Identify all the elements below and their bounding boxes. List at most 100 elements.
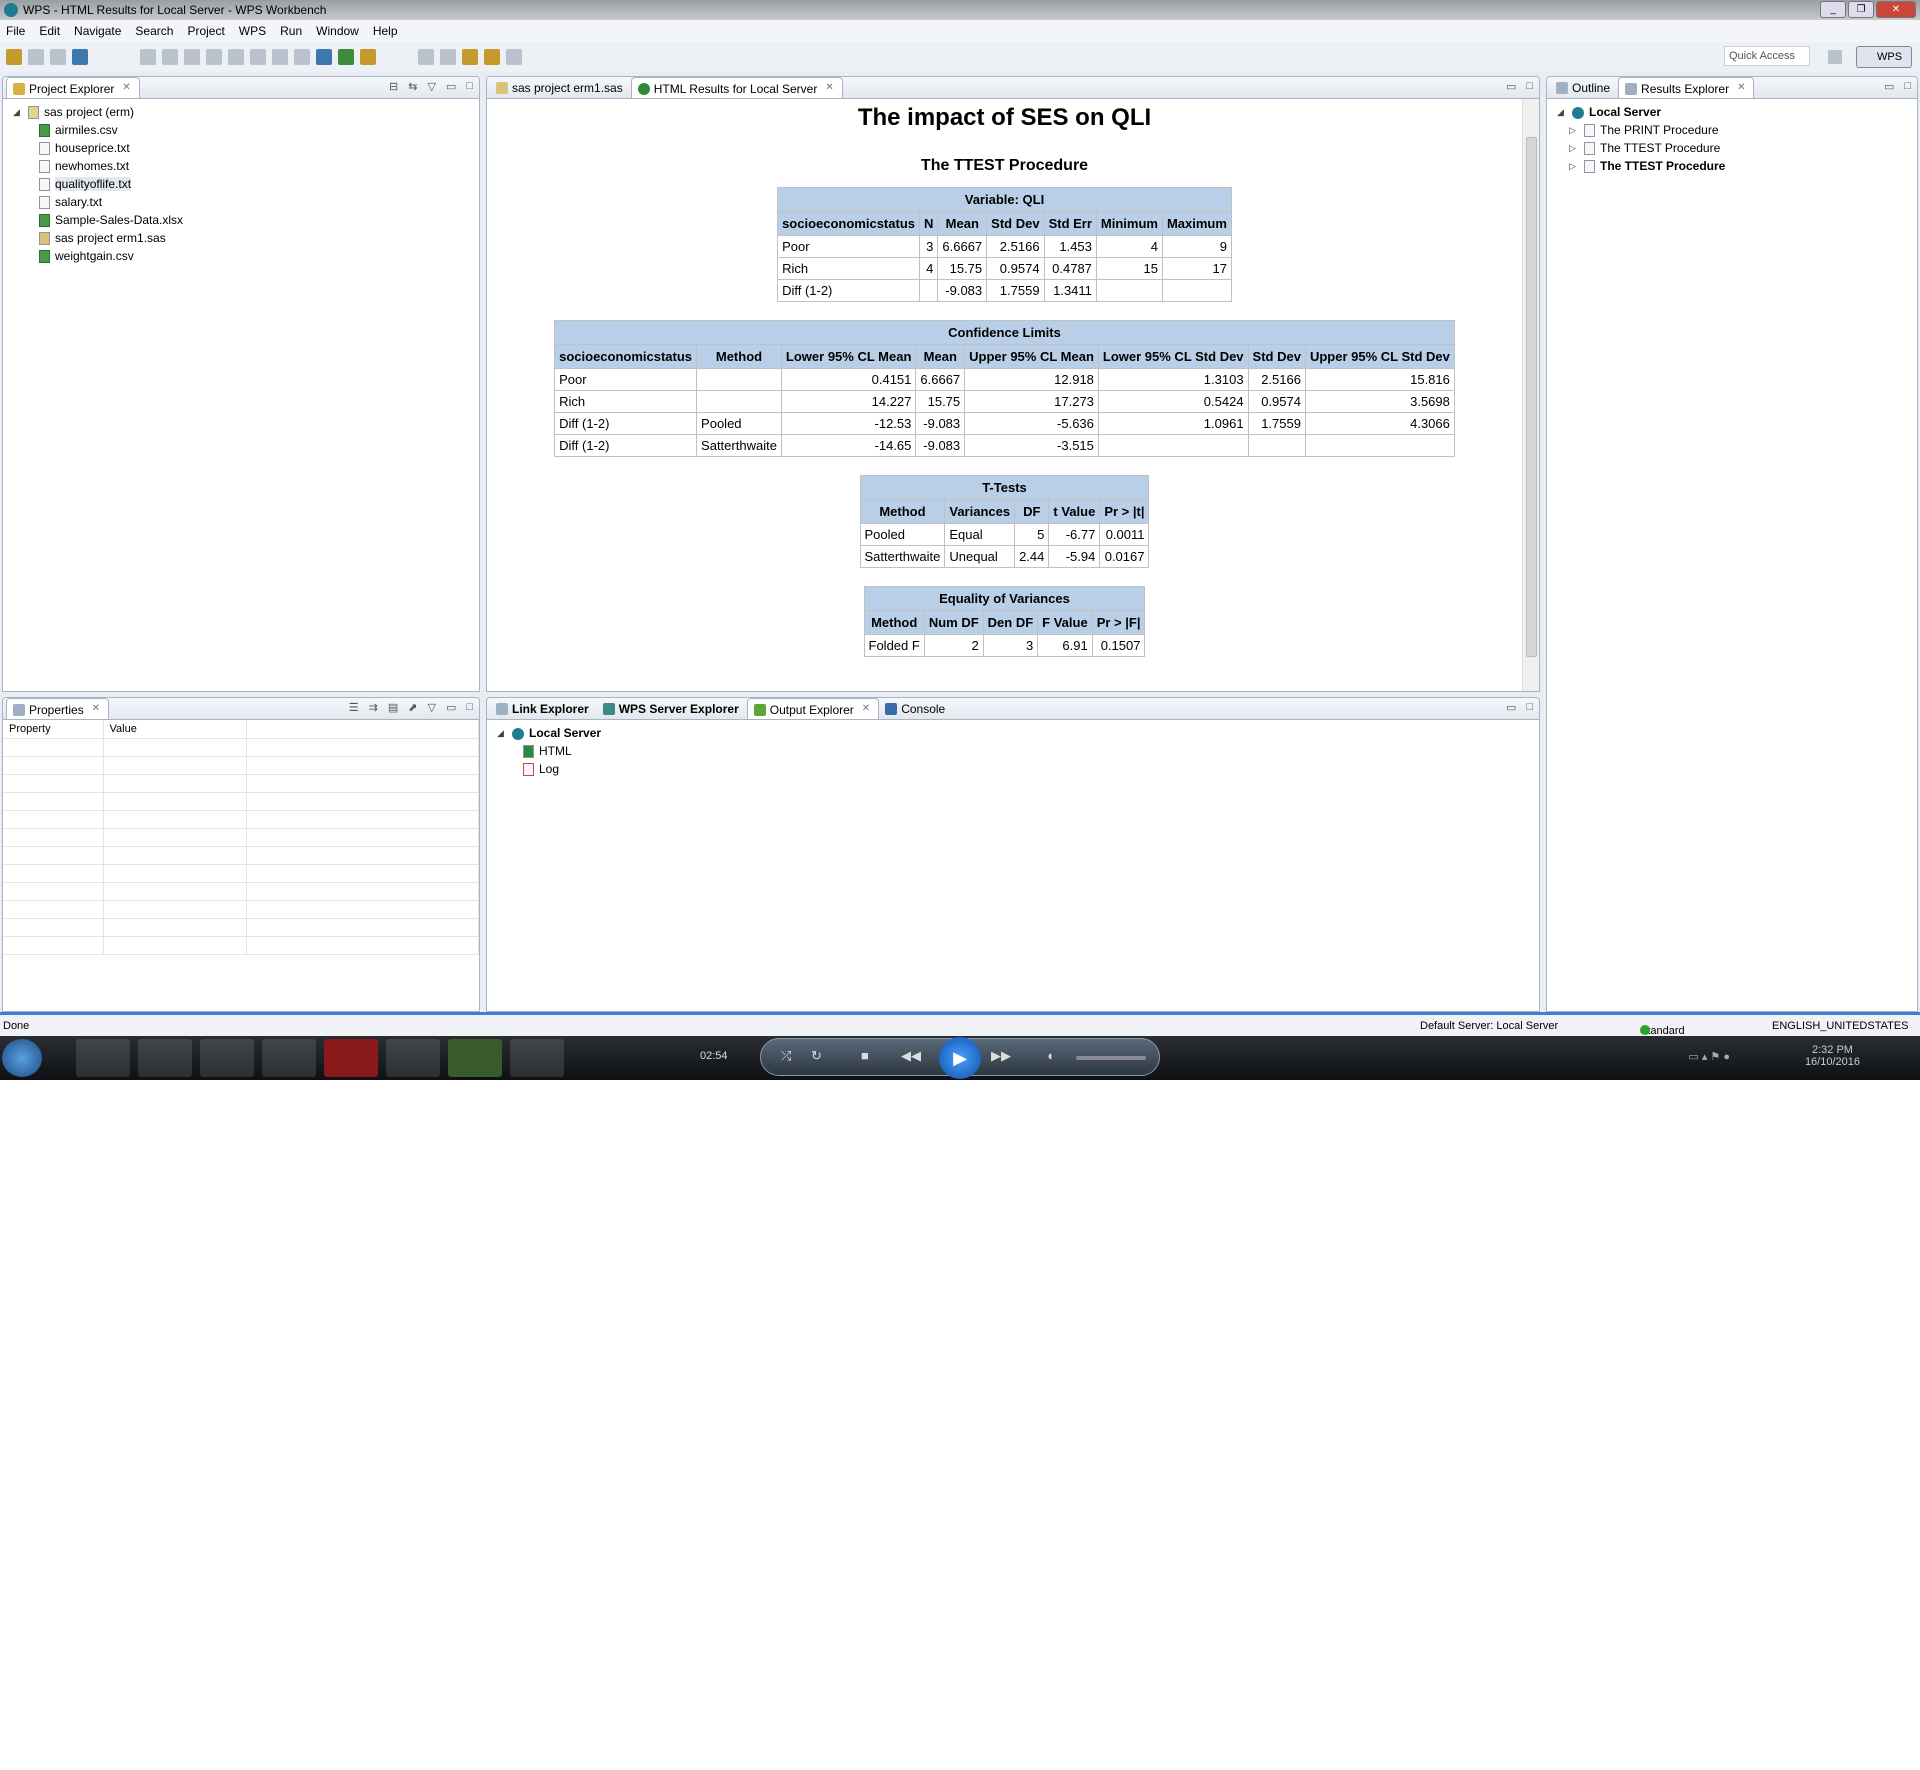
task-icon[interactable] — [272, 49, 288, 65]
tab-project-explorer[interactable]: Project Explorer ✕ — [6, 77, 140, 98]
output-log-item[interactable]: Log — [497, 760, 1539, 778]
chrome-taskbar-icon[interactable] — [262, 1039, 316, 1077]
expand-icon[interactable]: ◢ — [1557, 107, 1567, 118]
result-item-selected[interactable]: ▷ The TTEST Procedure — [1557, 157, 1917, 175]
save-icon[interactable] — [28, 49, 44, 65]
maximize-icon[interactable]: □ — [1526, 80, 1533, 93]
comment-icon[interactable] — [294, 49, 310, 65]
minimize-button[interactable]: _ — [1820, 1, 1846, 18]
restore-default-icon[interactable]: ▤ — [388, 701, 398, 714]
print-icon[interactable] — [72, 49, 88, 65]
close-tab-icon[interactable]: ✕ — [122, 82, 130, 93]
file-item[interactable]: weightgain.csv — [13, 247, 479, 265]
rewind-icon[interactable]: ◀◀ — [901, 1048, 921, 1064]
acrobat-taskbar-icon[interactable] — [324, 1039, 378, 1077]
tab-output-explorer[interactable]: Output Explorer ✕ — [746, 698, 880, 719]
view-menu-icon[interactable]: ▽ — [427, 80, 435, 93]
maximize-icon[interactable]: □ — [1526, 701, 1533, 714]
close-tab-icon[interactable]: ✕ — [825, 82, 833, 93]
maximize-icon[interactable]: □ — [466, 701, 473, 714]
stop-icon[interactable] — [250, 49, 266, 65]
file-item[interactable]: salary.txt — [13, 193, 479, 211]
tree-local-server[interactable]: ◢ Local Server — [1557, 103, 1917, 121]
close-tab-icon[interactable]: ✕ — [92, 703, 100, 714]
undo-icon[interactable] — [162, 49, 178, 65]
maximize-button[interactable]: ❐ — [1848, 1, 1874, 18]
back-icon[interactable] — [484, 49, 500, 65]
play-button[interactable]: ▶ — [939, 1037, 981, 1079]
tab-wps-server-explorer[interactable]: WPS Server Explorer — [597, 698, 747, 719]
start-button[interactable] — [2, 1039, 42, 1077]
tab-outline[interactable]: Outline — [1550, 77, 1618, 98]
camtasia-taskbar-icon[interactable] — [448, 1039, 502, 1077]
copy-icon[interactable] — [184, 49, 200, 65]
view-menu-icon[interactable]: ▽ — [427, 701, 435, 714]
save-all-icon[interactable] — [50, 49, 66, 65]
firefox-taskbar-icon[interactable] — [138, 1039, 192, 1077]
tree-local-server[interactable]: ◢ Local Server — [497, 724, 1539, 742]
expand-icon[interactable]: ▷ — [1569, 161, 1579, 172]
expand-icon[interactable]: ▷ — [1569, 143, 1579, 154]
pin-icon[interactable]: ⬈ — [408, 701, 417, 714]
expand-icon[interactable]: ◢ — [497, 728, 507, 739]
wps-taskbar-icon[interactable] — [386, 1039, 440, 1077]
result-item[interactable]: ▷ The PRINT Procedure — [1557, 121, 1917, 139]
forward-icon[interactable] — [506, 49, 522, 65]
result-item[interactable]: ▷ The TTEST Procedure — [1557, 139, 1917, 157]
cut-icon[interactable] — [140, 49, 156, 65]
menu-file[interactable]: File — [6, 24, 25, 38]
opera-taskbar-icon[interactable] — [200, 1039, 254, 1077]
close-tab-icon[interactable]: ✕ — [862, 703, 870, 714]
volume-slider[interactable] — [1076, 1056, 1146, 1060]
tab-results-explorer[interactable]: Results Explorer ✕ — [1618, 77, 1755, 98]
advanced-icon[interactable]: ⇉ — [369, 701, 378, 714]
file-item[interactable]: sas project erm1.sas — [13, 229, 479, 247]
tab-html-results[interactable]: HTML Results for Local Server ✕ — [630, 77, 843, 98]
server-icon[interactable] — [316, 49, 332, 65]
minimize-icon[interactable]: ▭ — [1506, 701, 1516, 714]
file-item[interactable]: houseprice.txt — [13, 139, 479, 157]
minimize-icon[interactable]: ▭ — [1506, 80, 1516, 93]
quick-access-input[interactable]: Quick Access — [1724, 46, 1810, 66]
shuffle-icon[interactable]: ⤮ — [781, 1048, 791, 1064]
new-icon[interactable] — [6, 49, 22, 65]
tools-icon[interactable] — [360, 49, 376, 65]
prev-annotation-icon[interactable] — [440, 49, 456, 65]
expand-icon[interactable]: ◢ — [13, 107, 23, 118]
tab-sas-file[interactable]: sas project erm1.sas — [490, 77, 631, 98]
close-tab-icon[interactable]: ✕ — [1737, 82, 1745, 93]
camtasia-recorder-taskbar-icon[interactable] — [510, 1039, 564, 1077]
tab-link-explorer[interactable]: Link Explorer — [490, 698, 597, 719]
vertical-scrollbar[interactable] — [1522, 99, 1539, 691]
file-item[interactable]: airmiles.csv — [13, 121, 479, 139]
repeat-icon[interactable]: ↻ — [811, 1048, 822, 1064]
close-button[interactable]: ✕ — [1876, 1, 1916, 18]
tree-project[interactable]: ◢ sas project (erm) — [13, 103, 479, 121]
collapse-all-icon[interactable]: ⊟ — [389, 80, 398, 93]
menu-project[interactable]: Project — [187, 24, 224, 38]
menu-navigate[interactable]: Navigate — [74, 24, 121, 38]
paste-icon[interactable] — [206, 49, 222, 65]
menu-wps[interactable]: WPS — [239, 24, 266, 38]
maximize-icon[interactable]: □ — [466, 80, 473, 93]
minimize-icon[interactable]: ▭ — [446, 80, 456, 93]
fast-forward-icon[interactable]: ▶▶ — [991, 1048, 1011, 1064]
file-item[interactable]: Sample-Sales-Data.xlsx — [13, 211, 479, 229]
wps-perspective-button[interactable]: WPS — [1856, 46, 1912, 68]
menu-edit[interactable]: Edit — [39, 24, 60, 38]
file-item[interactable]: newhomes.txt — [13, 157, 479, 175]
last-edit-icon[interactable] — [462, 49, 478, 65]
expand-icon[interactable]: ▷ — [1569, 125, 1579, 136]
menu-window[interactable]: Window — [316, 24, 359, 38]
maximize-icon[interactable]: □ — [1904, 80, 1911, 93]
stop-icon[interactable]: ■ — [861, 1048, 869, 1063]
minimize-icon[interactable]: ▭ — [1884, 80, 1894, 93]
next-annotation-icon[interactable] — [418, 49, 434, 65]
link-editor-icon[interactable]: ⇆ — [408, 80, 417, 93]
run-icon[interactable] — [228, 49, 244, 65]
explorer-taskbar-icon[interactable] — [76, 1039, 130, 1077]
minimize-icon[interactable]: ▭ — [446, 701, 456, 714]
file-item-selected[interactable]: qualityoflife.txt — [13, 175, 479, 193]
tab-properties[interactable]: Properties ✕ — [6, 698, 110, 719]
menu-run[interactable]: Run — [280, 24, 302, 38]
